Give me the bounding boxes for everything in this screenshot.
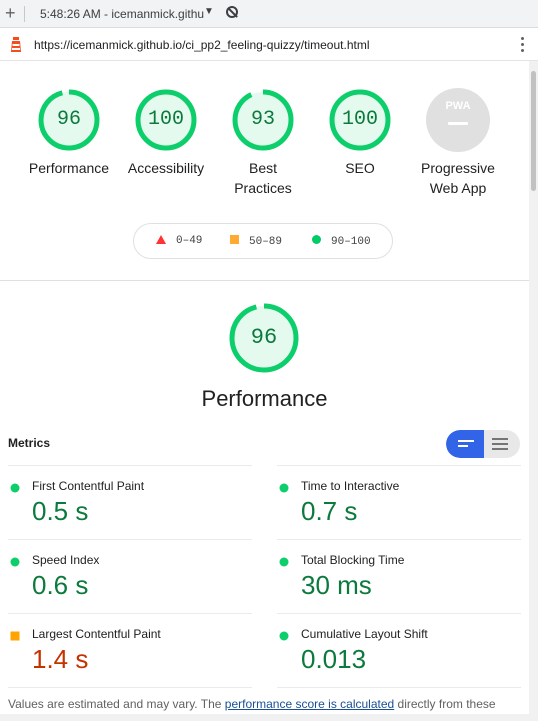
- tab-divider: [24, 6, 25, 22]
- tab-title[interactable]: 5:48:26 AM - icemanmick.githu: [40, 7, 204, 21]
- more-menu-icon[interactable]: [521, 37, 525, 55]
- pass-circle-icon: [10, 483, 20, 493]
- gauge-best-practices[interactable]: 93 Best Practices: [217, 88, 309, 198]
- performance-title: Performance: [201, 386, 328, 411]
- legend-pass-label: 90–100: [331, 236, 371, 248]
- metric-value: 1.4 s: [32, 644, 89, 674]
- gauge-pwa[interactable]: PWA Progressive Web App: [406, 88, 510, 198]
- legend-average: 50–89: [230, 235, 282, 248]
- block-icon[interactable]: [226, 6, 238, 18]
- metric-value: 0.5 s: [32, 496, 89, 526]
- legend-pass: 90–100: [312, 235, 371, 248]
- metric-value: 30 ms: [301, 570, 372, 600]
- performance-score: 96: [250, 325, 278, 350]
- url-field[interactable]: https://icemanmick.github.io/ci_pp2_feel…: [34, 38, 370, 52]
- pass-circle-icon: [10, 557, 20, 567]
- metric-grid-bottom-border: [277, 687, 521, 689]
- tab-strip: + 5:48:26 AM - icemanmick.githu ▼: [0, 0, 538, 28]
- compact-lines-icon: [458, 440, 474, 450]
- lighthouse-icon: [11, 37, 21, 52]
- gauge-label: Performance: [28, 160, 110, 176]
- gauge-score: 100: [147, 108, 184, 131]
- metric-largest-contentful-paint: Largest Contentful Paint 1.4 s: [8, 613, 252, 688]
- metric-first-contentful-paint: First Contentful Paint 0.5 s: [8, 465, 252, 540]
- metric-name: Time to Interactive: [301, 479, 400, 493]
- gauge-label: SEO: [345, 160, 375, 176]
- gauge-seo[interactable]: 100 SEO: [314, 88, 406, 178]
- gauge-label: Accessibility: [127, 160, 205, 176]
- metric-speed-index: Speed Index 0.6 s: [8, 539, 252, 614]
- gauge-score: 100: [341, 108, 378, 131]
- average-square-icon: [10, 631, 20, 641]
- score-legend: 0–49 50–89 90–100: [133, 223, 393, 259]
- chevron-down-icon[interactable]: ▼: [204, 6, 214, 17]
- metric-value: 0.013: [301, 644, 367, 674]
- gauge-score: 96: [56, 108, 81, 131]
- pwa-badge-text: PWA: [445, 100, 471, 112]
- pwa-badge-icon: [426, 88, 490, 152]
- metric-name: First Contentful Paint: [32, 479, 145, 493]
- gauge-accessibility[interactable]: 100 Accessibility: [120, 88, 212, 178]
- metric-grid-bottom-border: [8, 687, 252, 689]
- pass-circle-icon: [279, 631, 289, 641]
- metric-value: 0.6 s: [32, 570, 89, 600]
- gauge-score: 93: [250, 108, 275, 131]
- metric-cumulative-layout-shift: Cumulative Layout Shift 0.013: [277, 613, 521, 688]
- address-bar: https://icemanmick.github.io/ci_pp2_feel…: [0, 29, 538, 61]
- scrollbar-thumb[interactable]: [531, 71, 536, 191]
- expanded-view-button[interactable]: [492, 438, 508, 453]
- section-divider: [0, 280, 529, 281]
- gauge-label: Best Practices: [234, 160, 292, 196]
- scrollbar[interactable]: [529, 61, 538, 721]
- metric-name: Largest Contentful Paint: [32, 627, 161, 641]
- pass-circle-icon: [279, 557, 289, 567]
- footer-note: Values are estimated and may vary. The p…: [8, 697, 496, 711]
- square-icon: [230, 235, 239, 244]
- pass-circle-icon: [279, 483, 289, 493]
- performance-gauge: 96: [227, 302, 301, 374]
- legend-fail: 0–49: [156, 235, 202, 247]
- triangle-icon: [156, 235, 166, 244]
- metrics-heading: Metrics: [8, 436, 51, 450]
- metrics-view-toggle[interactable]: [446, 430, 520, 458]
- legend-average-label: 50–89: [249, 236, 283, 248]
- footer-prefix: Values are estimated and may vary. The: [8, 697, 225, 711]
- score-calculation-link[interactable]: performance score is calculated: [225, 697, 394, 711]
- gauge-performance[interactable]: 96 Performance: [23, 88, 115, 178]
- metric-name: Cumulative Layout Shift: [301, 627, 428, 641]
- compact-view-button[interactable]: [446, 430, 484, 458]
- new-tab-icon[interactable]: +: [5, 4, 16, 22]
- metric-value: 0.7 s: [301, 496, 358, 526]
- metric-time-to-interactive: Time to Interactive 0.7 s: [277, 465, 521, 540]
- circle-icon: [312, 235, 321, 244]
- gauge-label: Progressive Web App: [421, 160, 495, 196]
- legend-fail-label: 0–49: [176, 235, 203, 247]
- metric-name: Total Blocking Time: [301, 553, 405, 567]
- metric-total-blocking-time: Total Blocking Time 30 ms: [277, 539, 521, 614]
- footer-suffix: directly from these: [394, 697, 496, 711]
- horizontal-scrollbar[interactable]: [0, 714, 529, 721]
- metric-name: Speed Index: [32, 553, 100, 567]
